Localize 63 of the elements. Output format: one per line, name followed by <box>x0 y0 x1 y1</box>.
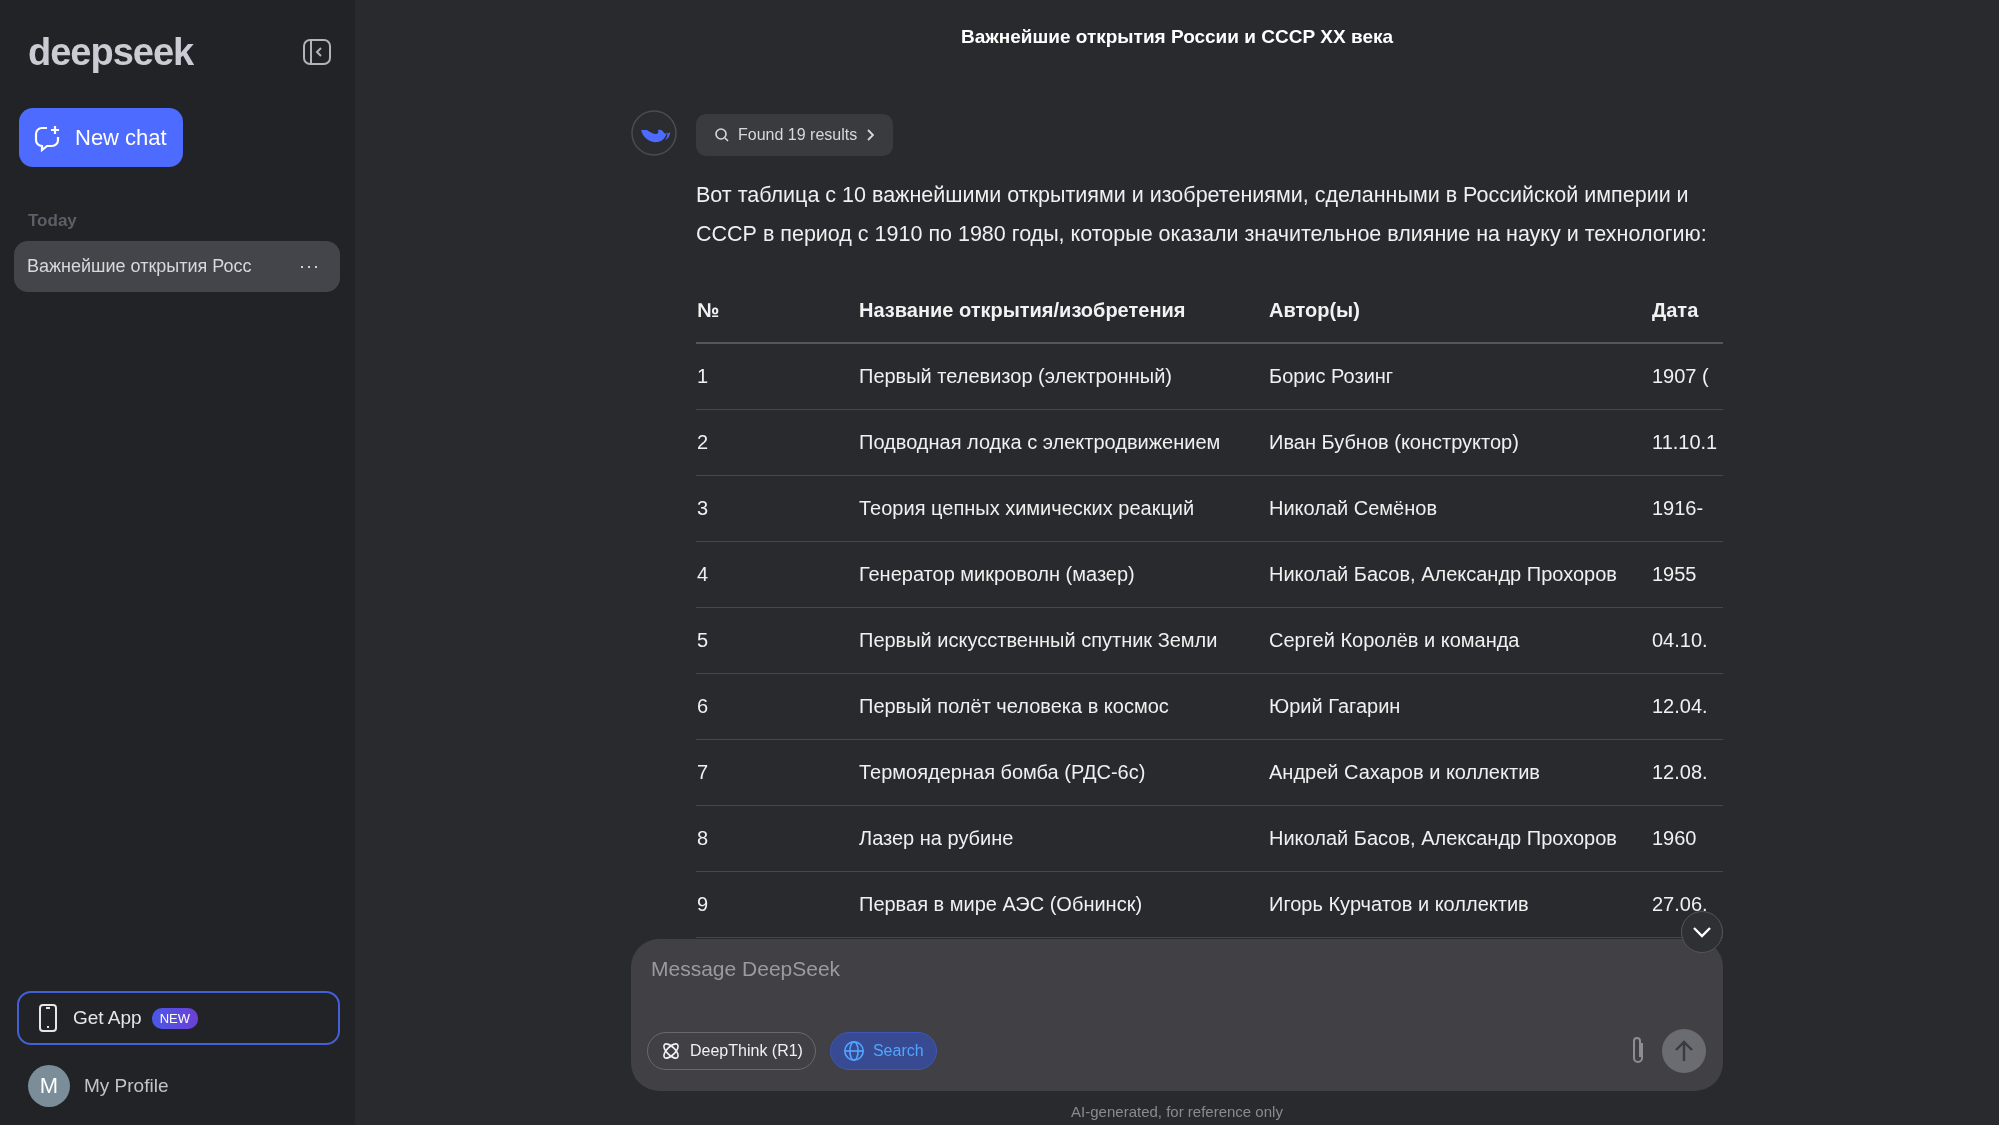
answer-paragraph: Вот таблица с 10 важнейшими открытиями и изобретениями, сделанными в Российской империи и СССР в период с 1910 по 1980 годы, которые оказали значительное влияние на науку и технологию: <box>696 182 1708 248</box>
search-results-chip[interactable]: Found 19 results <box>696 114 894 156</box>
table-cell: 5 <box>696 607 858 674</box>
chat-history-item[interactable]: Важнейшие открытия Росс ··· <box>14 241 340 292</box>
logo: deepseek <box>28 30 194 74</box>
table-cell: 1955 <box>1651 541 1723 608</box>
arrow-up-icon <box>1673 1039 1695 1063</box>
phone-icon <box>39 1004 57 1032</box>
table-cell: Николай Семёнов <box>1268 475 1651 542</box>
column-header: Автор(ы) <box>1268 278 1651 343</box>
table-cell: 4 <box>696 541 858 608</box>
scroll-down-button[interactable] <box>1681 911 1723 953</box>
chevron-down-icon <box>1692 926 1712 938</box>
table-cell: Борис Розинг <box>1268 343 1651 410</box>
chat-title: Важнейшие открытия Росс <box>27 256 252 277</box>
column-header: № <box>696 278 858 343</box>
table-cell: 12.08. <box>1651 739 1723 806</box>
table-cell: 3 <box>696 475 858 542</box>
table-cell: 04.10. <box>1651 607 1723 674</box>
chat-plus-icon <box>33 123 61 152</box>
table-cell: 2 <box>696 409 858 476</box>
table-cell: Иван Бубнов (конструктор) <box>1268 409 1651 476</box>
table-cell: Генератор микроволн (мазер) <box>858 541 1268 608</box>
chat-title: Важнейшие открытия России и СССР XX века <box>960 26 1394 48</box>
table-cell: 7 <box>696 739 858 806</box>
search-icon <box>714 127 730 143</box>
table-cell: Термоядерная бомба (РДС-6с) <box>858 739 1268 806</box>
disclaimer: AI-generated, for reference only <box>1071 1103 1283 1120</box>
column-header: Название открытия/изобретения <box>858 278 1268 343</box>
globe-icon <box>842 1040 865 1062</box>
table-cell: 1907 ( <box>1651 343 1723 410</box>
table-cell: 8 <box>696 805 858 872</box>
table-cell: Первый телевизор (электронный) <box>858 343 1268 410</box>
table-cell: Николай Басов, Александр Прохоров <box>1268 541 1651 608</box>
chevron-right-icon <box>865 128 876 142</box>
table-cell: Лазер на рубине <box>858 805 1268 872</box>
table-cell: Андрей Сахаров и коллектив <box>1268 739 1651 806</box>
message-field[interactable]: Message DeepSeek <box>647 957 1706 981</box>
table-cell: 11.10.1 <box>1651 409 1723 476</box>
table-cell: Первый полёт человека в космос <box>858 673 1268 740</box>
table-cell: Теория цепных химических реакций <box>858 475 1268 542</box>
table-cell: Первый искусственный спутник Земли <box>858 607 1268 674</box>
get-app-button[interactable]: Get App NEW <box>17 991 340 1045</box>
table-cell: 1916- <box>1651 475 1723 542</box>
atom-icon <box>660 1040 682 1062</box>
table-cell: Первая в мире АЭС (Обнинск) <box>858 871 1268 938</box>
section-label: Today <box>28 211 78 231</box>
new-badge: NEW <box>151 1007 198 1029</box>
table-cell: Игорь Курчатов и коллектив <box>1268 871 1651 938</box>
table-cell: 1960 <box>1651 805 1723 872</box>
table-cell: 1 <box>696 343 858 410</box>
more-menu[interactable]: ··· <box>299 256 320 277</box>
sidebar-toggle-icon[interactable] <box>302 37 332 67</box>
table-cell: Сергей Королёв и команда <box>1268 607 1651 674</box>
table-cell: 9 <box>696 871 858 938</box>
table-cell: Подводная лодка с электродвижением <box>858 409 1268 476</box>
table-cell: 6 <box>696 673 858 740</box>
table-cell: Николай Басов, Александр Прохоров <box>1268 805 1651 872</box>
column-header: Дата <box>1651 278 1723 343</box>
table-cell: Юрий Гагарин <box>1268 673 1651 740</box>
new-chat-button[interactable]: New chat <box>19 108 183 167</box>
table-cell: 12.04. <box>1651 673 1723 740</box>
profile-link[interactable]: My Profile <box>84 1075 169 1097</box>
